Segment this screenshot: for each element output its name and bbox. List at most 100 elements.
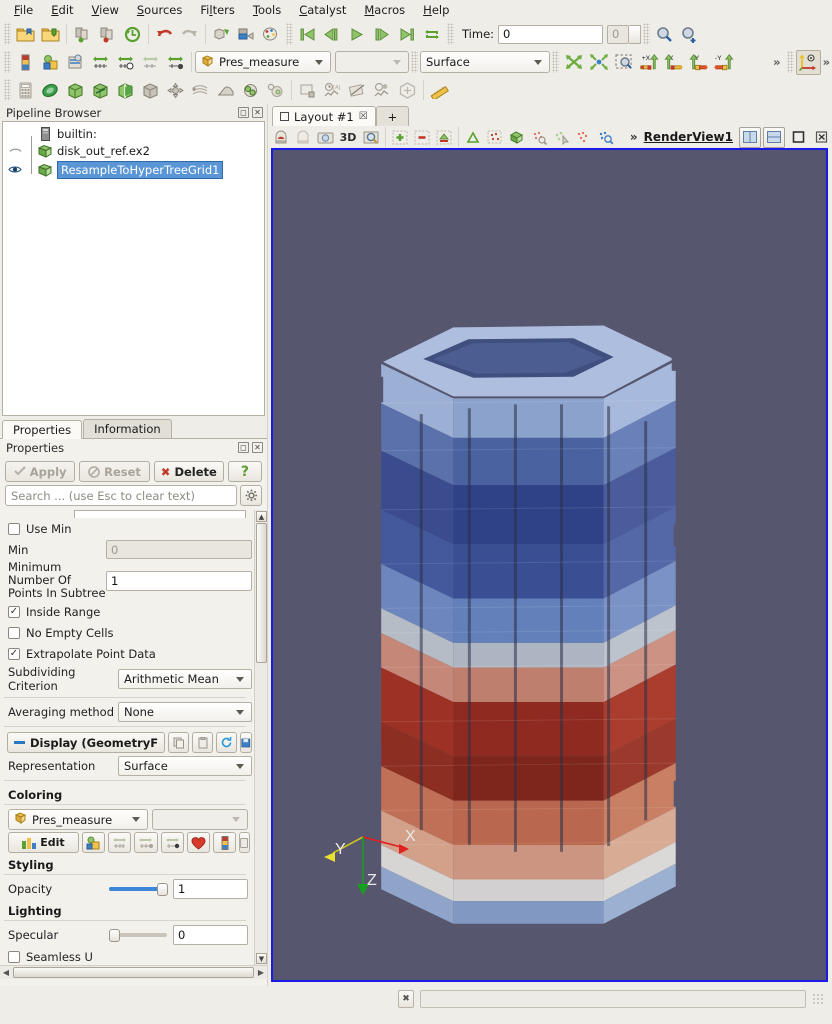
rescale-data-range-icon[interactable] — [88, 50, 113, 75]
minimum-points-in-subtree-field[interactable]: 1 — [106, 571, 252, 591]
histogram-icon[interactable] — [295, 78, 320, 103]
display-section-toggle[interactable]: Display (GeometryF — [7, 732, 165, 753]
pipeline-item-disk-out-ref[interactable]: disk_out_ref.ex2 — [3, 141, 264, 160]
extract-level-icon[interactable] — [263, 78, 288, 103]
hover-cells-icon[interactable] — [550, 127, 572, 148]
representation-type-combo[interactable]: Surface — [420, 51, 550, 73]
rescale-to-visible-icon[interactable] — [134, 832, 157, 853]
interactive-select-cells-icon[interactable] — [528, 127, 550, 148]
inside-range-checkbox[interactable]: ✓ — [8, 606, 20, 618]
menu-tools[interactable]: Tools — [245, 1, 289, 19]
undo-icon[interactable] — [152, 22, 177, 47]
split-vertical-icon[interactable] — [763, 127, 785, 148]
pos-y-icon[interactable]: +Y — [686, 50, 711, 75]
paste-properties-icon[interactable] — [192, 732, 213, 753]
scroll-down-arrow[interactable]: ▼ — [256, 953, 267, 964]
pipeline-close-button[interactable]: ✕ — [252, 107, 263, 118]
rescale-custom-range-icon[interactable] — [163, 50, 188, 75]
toolbar-grip-9[interactable] — [4, 79, 11, 101]
play-icon[interactable] — [345, 22, 370, 47]
toolbar-grip[interactable] — [4, 23, 11, 45]
save-data-icon[interactable] — [38, 22, 63, 47]
properties-search-input[interactable]: Search ... (use Esc to clear text) — [5, 485, 237, 506]
plot-selection-icon[interactable] — [370, 78, 395, 103]
averaging-method-combo[interactable]: None — [118, 702, 252, 722]
min-field[interactable]: 0 — [106, 540, 252, 559]
extrapolate-point-data-checkbox[interactable]: ✓ — [8, 648, 20, 660]
opacity-field[interactable]: 1 — [173, 879, 248, 899]
split-horizontal-icon[interactable] — [739, 127, 761, 148]
rescale-custom-icon[interactable] — [63, 50, 88, 75]
toolbar-grip-2[interactable] — [286, 23, 293, 45]
threshold-icon[interactable] — [113, 78, 138, 103]
next-frame-icon[interactable] — [370, 22, 395, 47]
edit-color-map-button[interactable]: Edit — [8, 832, 79, 853]
restore-defaults-icon[interactable] — [216, 732, 237, 753]
plot-over-time-icon[interactable]: [A] — [320, 78, 345, 103]
new-layout-tab-button[interactable]: + — [376, 106, 410, 126]
menu-file[interactable]: FFileile — [6, 1, 41, 19]
subdividing-criterion-combo[interactable]: Arithmetic Mean — [118, 669, 252, 689]
properties-float-button[interactable]: ◻ — [238, 442, 249, 453]
stream-tracer-icon[interactable] — [188, 78, 213, 103]
loop-icon[interactable] — [420, 22, 445, 47]
help-button[interactable]: ? — [228, 461, 262, 482]
opacity-slider[interactable] — [109, 881, 167, 897]
apply-button[interactable]: Apply — [5, 461, 75, 482]
view-toolbar-overflow[interactable]: » — [630, 130, 638, 144]
slice-icon[interactable] — [88, 78, 113, 103]
open-file-icon[interactable] — [13, 22, 38, 47]
edit-color-map-icon[interactable] — [38, 50, 63, 75]
pipeline-float-button[interactable]: ◻ — [238, 107, 249, 118]
properties-scroll-thumb[interactable] — [256, 523, 267, 663]
interaction-mode-icon[interactable] — [270, 127, 292, 148]
toggle-selection-icon[interactable] — [433, 127, 455, 148]
hover-points-icon[interactable] — [572, 127, 594, 148]
delete-button[interactable]: ✖ Delete — [154, 461, 224, 482]
visibility-toggle-visible-icon[interactable] — [7, 164, 23, 175]
camera-screenshot-icon[interactable] — [314, 127, 336, 148]
toolbar-grip-7[interactable] — [552, 51, 559, 73]
add-selection-icon[interactable] — [389, 127, 411, 148]
tab-properties[interactable]: Properties — [2, 420, 82, 439]
pipeline-item-builtin[interactable]: builtin: — [3, 122, 264, 141]
close-view-icon[interactable] — [810, 127, 832, 148]
menu-view[interactable]: View — [84, 1, 127, 19]
toolbar-grip-6[interactable] — [411, 51, 418, 73]
no-empty-cells-checkbox[interactable] — [8, 627, 20, 639]
pos-x-icon[interactable]: +X — [636, 50, 661, 75]
rescale-to-data-range-icon[interactable] — [82, 832, 105, 853]
color-legend-icon[interactable] — [13, 50, 38, 75]
pipeline-browser[interactable]: builtin: disk_out_ref.ex2 — [2, 121, 265, 416]
scroll-right-arrow[interactable]: ▶ — [255, 968, 267, 977]
last-frame-icon[interactable] — [395, 22, 420, 47]
representation-combo[interactable]: Surface — [118, 756, 252, 776]
contour-icon[interactable] — [38, 78, 63, 103]
resize-grip[interactable] — [812, 993, 824, 1005]
save-state-icon[interactable] — [70, 22, 95, 47]
toolbar-grip-3[interactable] — [447, 23, 454, 45]
menu-filters[interactable]: Filters — [192, 1, 243, 19]
select-surface-cells-icon[interactable] — [292, 127, 314, 148]
zoom-closest-icon[interactable] — [677, 22, 702, 47]
extract-subset-icon[interactable] — [138, 78, 163, 103]
menu-macros[interactable]: Macros — [356, 1, 413, 19]
glyph-icon[interactable] — [163, 78, 188, 103]
select-frustum-points-icon[interactable] — [484, 127, 506, 148]
copy-properties-icon[interactable] — [168, 732, 189, 753]
toggle-3d-button[interactable]: 3D — [336, 127, 360, 148]
toolbar-grip-5[interactable] — [4, 51, 11, 73]
rescale-over-time-icon[interactable] — [108, 832, 131, 853]
ruler-icon[interactable] — [427, 78, 452, 103]
python-calculator-icon[interactable] — [395, 78, 420, 103]
properties-close-button[interactable]: ✕ — [252, 442, 263, 453]
change-input-icon[interactable] — [234, 22, 259, 47]
display-coloring-array-combo[interactable]: Pres_measure — [8, 809, 148, 830]
scroll-up-arrow[interactable]: ▲ — [256, 511, 267, 522]
coloring-component-combo[interactable] — [335, 51, 409, 73]
coloring-array-combo[interactable]: Pres_measure — [195, 51, 331, 73]
save-as-defaults-icon[interactable] — [240, 732, 252, 753]
warp-icon[interactable] — [213, 78, 238, 103]
display-coloring-component-combo[interactable] — [152, 809, 248, 830]
menu-edit[interactable]: Edit — [43, 1, 81, 19]
